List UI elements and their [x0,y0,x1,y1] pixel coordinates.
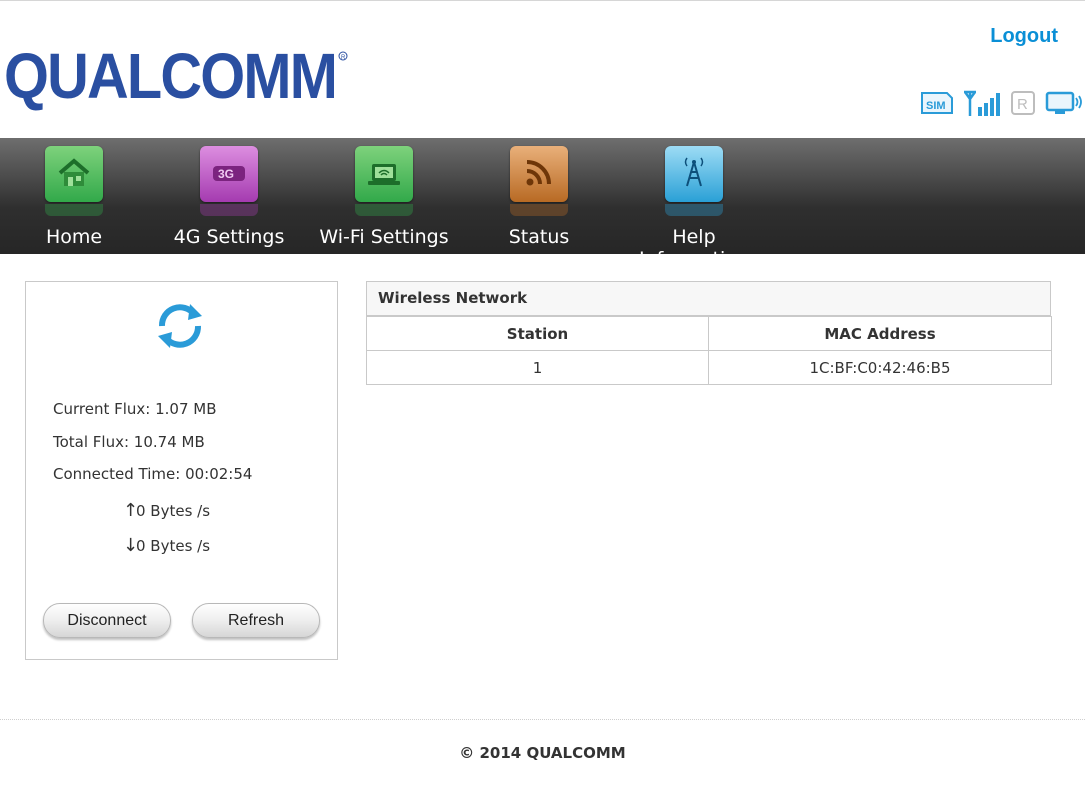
table-header-row: Station MAC Address [366,316,1052,351]
home-icon-reflection [45,204,103,216]
antenna-tower-icon-reflection [665,204,723,216]
station-cell: 1 [366,350,709,385]
home-icon [45,146,103,202]
current-flux: Current Flux: 1.07 MB [53,400,217,418]
wireless-network-title: Wireless Network [366,281,1051,316]
upload-arrow-icon: ↑ [123,500,139,521]
3g-icon-reflection [200,204,258,216]
laptop-wifi-icon [355,146,413,202]
upload-rate-row: ↑0 Bytes /s [123,500,210,521]
rss-icon [510,146,568,202]
laptop-wifi-icon-reflection [355,204,413,216]
column-header-station: Station [366,316,709,351]
signal-bars-icon [962,90,1002,122]
download-arrow-icon: ↓ [123,535,139,556]
table-row: 1 1C:BF:C0:42:46:B5 [366,350,1052,385]
nav-4g-settings[interactable]: 3G 4G Settings [154,138,304,254]
connected-time: Connected Time: 00:02:54 [53,465,253,483]
footer-divider [0,719,1085,720]
logout-link[interactable]: Logout [990,25,1058,48]
wireless-network-table: Station MAC Address 1 1C:BF:C0:42:46:B5 [366,316,1052,385]
nav-home-label: Home [45,226,103,248]
download-rate: 0 Bytes /s [136,537,211,555]
antenna-tower-icon [665,146,723,202]
nav-home[interactable]: Home [0,138,149,254]
roaming-r-icon: R [1010,90,1036,120]
copyright-text: © 2014 QUALCOMM [459,744,626,762]
svg-text:QUALCOMM: QUALCOMM [4,40,336,112]
svg-text:R: R [341,55,346,61]
upload-rate: 0 Bytes /s [136,502,211,520]
sim-icon: SIM [920,90,954,120]
nav-wifi-settings[interactable]: Wi-Fi Settings [309,138,459,254]
qualcomm-logo: QUALCOMM R [4,40,349,115]
nav-help-information[interactable]: Help Information [619,138,769,270]
nav-status[interactable]: Status [464,138,614,254]
nav-wifi-settings-label: Wi-Fi Settings [319,226,449,248]
column-header-mac-address: MAC Address [708,316,1052,351]
svg-text:3G: 3G [218,167,234,181]
main-nav-bar: Home 3G 4G Settings Wi-Fi Settings Statu… [0,138,1085,270]
download-rate-row: ↓0 Bytes /s [123,535,210,556]
nav-status-label: Status [508,226,570,248]
connection-panel: Current Flux: 1.07 MB Total Flux: 10.74 … [25,281,338,660]
monitor-wifi-icon [1045,90,1085,122]
mac-address-cell: 1C:BF:C0:42:46:B5 [708,350,1052,385]
disconnect-button[interactable]: Disconnect [43,603,171,638]
3g-icon: 3G [200,146,258,202]
nav-4g-settings-label: 4G Settings [173,226,285,248]
sync-icon[interactable] [152,298,208,358]
rss-icon-reflection [510,204,568,216]
nav-help-information-label: Help Information [639,226,749,270]
total-flux: Total Flux: 10.74 MB [53,433,205,451]
top-border-line [0,0,1085,1]
svg-text:R: R [1017,96,1028,113]
svg-text:SIM: SIM [926,100,946,112]
refresh-button[interactable]: Refresh [192,603,320,638]
